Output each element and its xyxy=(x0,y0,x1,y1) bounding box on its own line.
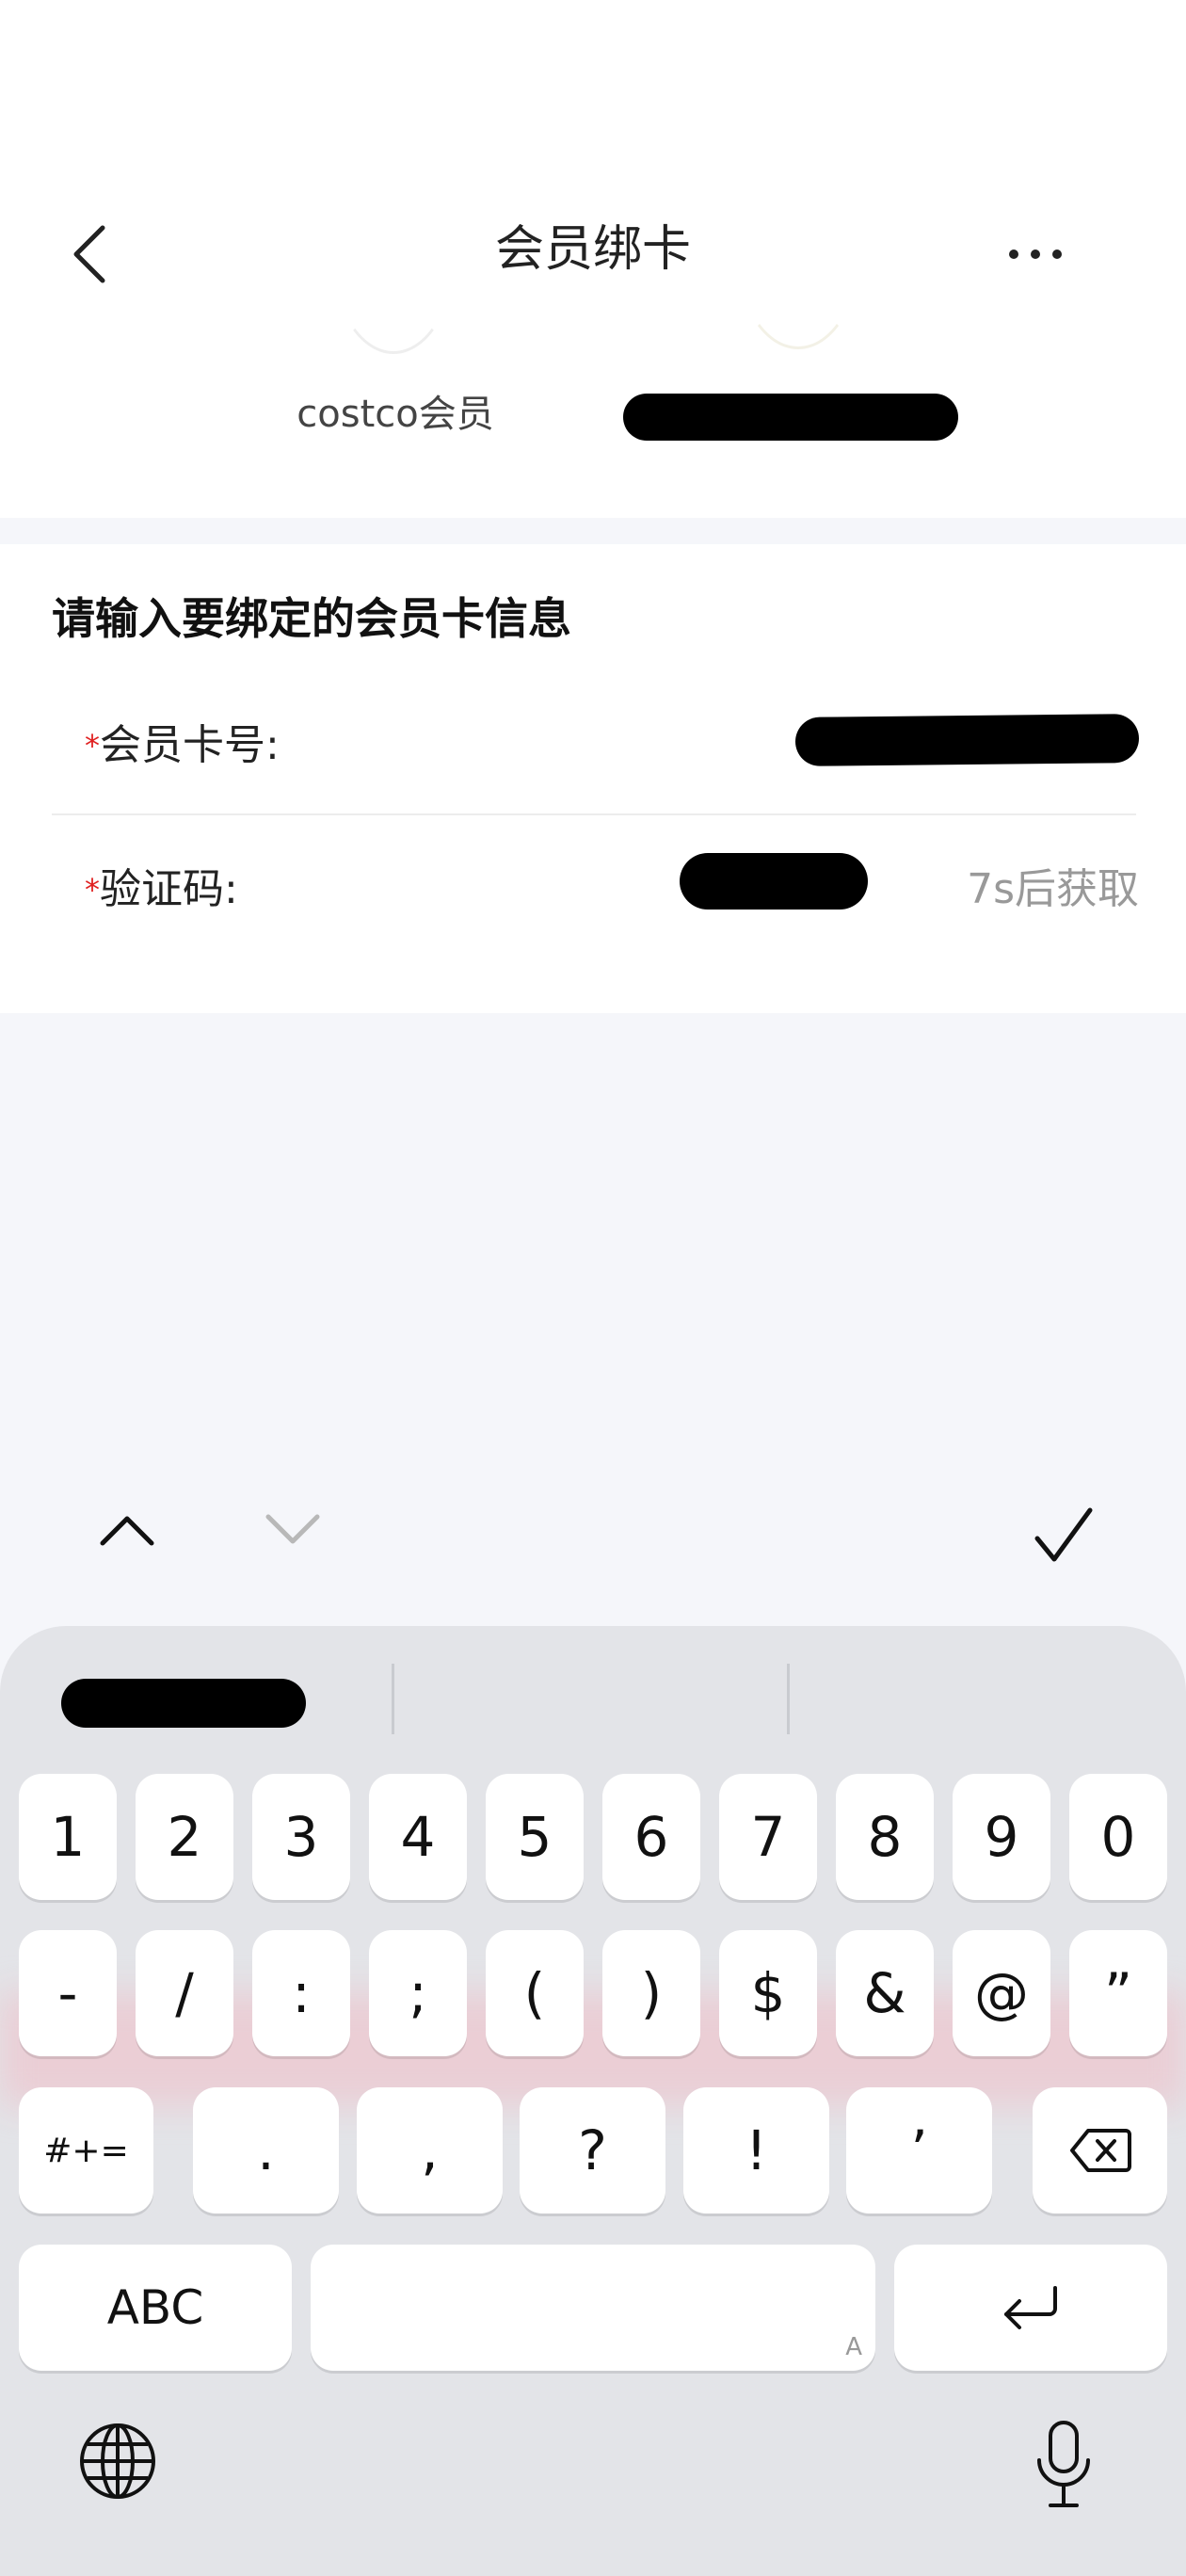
backspace-key[interactable] xyxy=(1033,2087,1167,2214)
space-key-hint: A xyxy=(845,2333,862,2361)
microphone-button[interactable] xyxy=(1026,2415,1101,2513)
key[interactable]: 9 xyxy=(953,1774,1050,1900)
previous-field-button[interactable] xyxy=(85,1497,169,1563)
key[interactable]: : xyxy=(252,1930,350,2056)
key[interactable]: ; xyxy=(369,1930,467,2056)
symbols-toggle-key[interactable]: #+= xyxy=(19,2087,153,2214)
verification-code-label: *验证码: xyxy=(85,861,238,918)
chevron-up-icon xyxy=(100,1516,154,1546)
key[interactable]: 7 xyxy=(719,1774,817,1900)
key[interactable]: 4 xyxy=(369,1774,467,1900)
backspace-icon xyxy=(1069,2129,1131,2172)
globe-button[interactable] xyxy=(75,2419,160,2504)
suggestion-2[interactable] xyxy=(405,1664,781,1739)
suggestion-3[interactable] xyxy=(800,1664,1167,1739)
return-key[interactable] xyxy=(894,2245,1167,2371)
key[interactable]: / xyxy=(136,1930,233,2056)
suggestion-1[interactable] xyxy=(19,1664,377,1739)
redacted-verification-code xyxy=(680,853,868,910)
card-number-label: *会员卡号: xyxy=(85,717,280,774)
verification-code-label-text: 验证码: xyxy=(100,865,238,913)
suggestion-separator xyxy=(392,1664,394,1734)
key[interactable]: ’ xyxy=(846,2087,992,2214)
costco-logo xyxy=(329,141,457,354)
key[interactable]: 1 xyxy=(19,1774,117,1900)
key[interactable]: ? xyxy=(520,2087,665,2214)
more-button[interactable] xyxy=(988,217,1082,292)
suggestion-separator xyxy=(787,1664,790,1734)
key[interactable]: 0 xyxy=(1069,1774,1167,1900)
form-heading: 请输入要绑定的会员卡信息 xyxy=(52,593,571,644)
key[interactable]: - xyxy=(19,1930,117,2056)
globe-icon xyxy=(80,2423,155,2499)
done-button[interactable] xyxy=(1021,1492,1106,1577)
more-dots-icon xyxy=(1009,250,1062,259)
key[interactable]: ( xyxy=(486,1930,584,2056)
required-mark: * xyxy=(85,728,100,764)
key[interactable]: 8 xyxy=(836,1774,934,1900)
card-number-input[interactable] xyxy=(715,697,1140,791)
return-icon xyxy=(1004,2286,1057,2329)
verification-code-input[interactable] xyxy=(659,838,885,932)
key[interactable]: , xyxy=(357,2087,503,2214)
next-field-button[interactable] xyxy=(250,1497,335,1563)
key[interactable]: ” xyxy=(1069,1930,1167,2056)
microphone-icon xyxy=(1037,2421,1090,2507)
field-divider xyxy=(52,813,1136,815)
redacted-member-name xyxy=(623,394,958,441)
key[interactable]: 6 xyxy=(602,1774,700,1900)
chevron-down-icon xyxy=(265,1514,320,1544)
card-number-label-text: 会员卡号: xyxy=(100,721,280,769)
checkmark-icon xyxy=(1034,1507,1093,1562)
keyboard: 1 2 3 4 5 6 7 8 9 0 - / : ; ( ) $ & @ ” … xyxy=(0,1626,1186,2576)
redacted-suggestion xyxy=(61,1679,306,1728)
member-logo xyxy=(734,141,862,349)
key[interactable]: $ xyxy=(719,1930,817,2056)
member-type-label: costco会员 xyxy=(296,393,494,436)
key[interactable]: @ xyxy=(953,1930,1050,2056)
key[interactable]: ) xyxy=(602,1930,700,2056)
key[interactable]: ! xyxy=(683,2087,829,2214)
key[interactable]: 2 xyxy=(136,1774,233,1900)
key[interactable]: 5 xyxy=(486,1774,584,1900)
resend-code-button[interactable]: 7s后获取 xyxy=(941,861,1139,918)
required-mark: * xyxy=(85,872,100,908)
key[interactable]: & xyxy=(836,1930,934,2056)
abc-key[interactable]: ABC xyxy=(19,2245,292,2371)
key[interactable]: 3 xyxy=(252,1774,350,1900)
redacted-card-number xyxy=(794,714,1140,766)
key[interactable]: . xyxy=(193,2087,339,2214)
space-key[interactable]: A xyxy=(311,2245,875,2371)
